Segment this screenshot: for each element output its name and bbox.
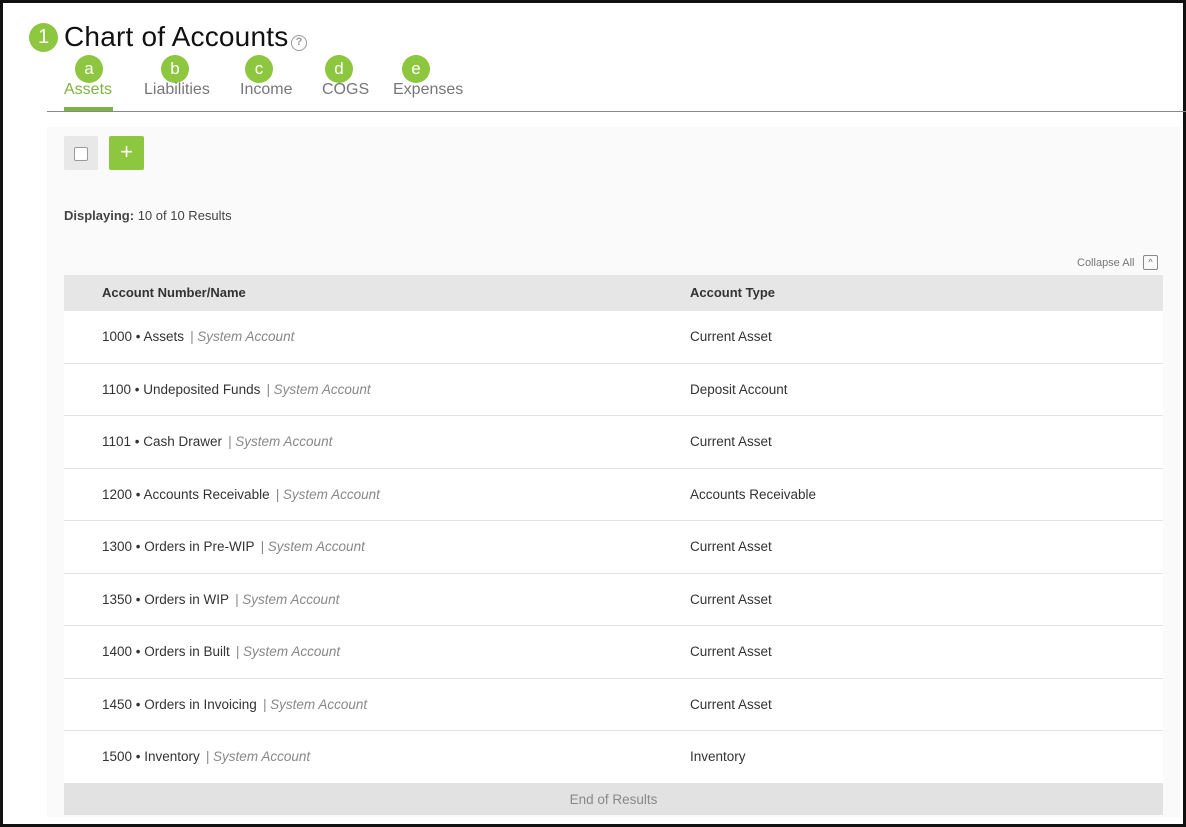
account-name-cell: 1100 • Undeposited Funds | System Account	[102, 382, 371, 397]
results-count-label: Displaying:	[64, 208, 135, 223]
account-tabs: a b c d e Assets Liabilities Income COGS…	[3, 3, 1186, 113]
account-name[interactable]: 1101 • Cash Drawer	[102, 434, 222, 449]
system-account-tag: | System Account	[235, 644, 341, 659]
table-row[interactable]: 1450 • Orders in Invoicing | System Accou…	[64, 678, 1163, 731]
account-name-cell: 1500 • Inventory | System Account	[102, 749, 310, 764]
tab-cogs[interactable]: COGS	[322, 81, 369, 99]
tab-income[interactable]: Income	[240, 81, 292, 99]
system-account-tag: | System Account	[260, 539, 365, 554]
account-name[interactable]: 1350 • Orders in WIP	[102, 592, 229, 607]
table-row[interactable]: 1101 • Cash Drawer | System Account Curre…	[64, 416, 1163, 469]
account-type-cell: Current Asset	[690, 644, 772, 659]
table-row[interactable]: 1350 • Orders in WIP | System Account Cur…	[64, 573, 1163, 626]
account-type-cell: Accounts Receivable	[690, 486, 817, 502]
system-account-tag: | System Account	[228, 434, 333, 449]
results-count: Displaying: 10 of 10 Results	[64, 208, 232, 223]
end-of-results: End of Results	[64, 783, 1163, 815]
tabs-divider	[47, 111, 1186, 112]
table-row[interactable]: 1400 • Orders in Built | System Account C…	[64, 626, 1163, 679]
account-name[interactable]: 1100 • Undeposited Funds	[102, 382, 260, 397]
account-type-cell: Current Asset	[690, 329, 772, 344]
table-row[interactable]: 1500 • Inventory | System Account Invento…	[64, 731, 1163, 784]
account-name-cell: 1400 • Orders in Built | System Account	[102, 644, 340, 659]
account-name-cell: 1350 • Orders in WIP | System Account	[102, 592, 339, 607]
system-account-tag: | System Account	[275, 486, 380, 502]
account-name[interactable]: 1300 • Orders in Pre-WIP	[102, 539, 255, 554]
account-type-cell: Current Asset	[690, 434, 772, 449]
account-name[interactable]: 1450 • Orders in Invoicing	[102, 697, 257, 712]
system-account-tag: | System Account	[266, 381, 371, 397]
account-type-cell: Inventory	[690, 749, 746, 764]
table-row[interactable]: 1300 • Orders in Pre-WIP | System Account…	[64, 521, 1163, 574]
checkbox-icon[interactable]	[74, 147, 88, 161]
system-account-tag: | System Account	[190, 329, 295, 344]
tab-marker-c: c	[245, 55, 273, 83]
tab-expenses[interactable]: Expenses	[393, 81, 463, 99]
system-account-tag: | System Account	[262, 696, 368, 712]
tab-marker-b: b	[161, 55, 189, 83]
account-name-cell: 1300 • Orders in Pre-WIP | System Account	[102, 539, 365, 554]
account-name-cell: 1200 • Accounts Receivable | System Accou…	[102, 487, 380, 502]
tab-marker-d: d	[325, 55, 353, 83]
select-all-checkbox-button[interactable]	[64, 136, 98, 170]
column-header-type[interactable]: Account Type	[690, 285, 775, 300]
table-row[interactable]: 1000 • Assets | System Account Current As…	[64, 311, 1163, 364]
accounts-table: Account Number/Name Account Type 1000 • …	[64, 275, 1163, 815]
table-row[interactable]: 1200 • Accounts Receivable | System Accou…	[64, 468, 1163, 521]
tab-assets[interactable]: Assets	[64, 81, 112, 99]
account-name[interactable]: 1500 • Inventory	[102, 749, 200, 764]
results-count-value: 10 of 10 Results	[137, 208, 232, 223]
account-type-cell: Deposit Account	[690, 381, 788, 397]
system-account-tag: | System Account	[235, 591, 340, 607]
chevron-up-icon[interactable]: ^	[1143, 255, 1158, 270]
app-frame: 1 Chart of Accounts ? a b c d e Assets L…	[0, 0, 1186, 827]
tab-marker-e: e	[402, 55, 430, 83]
tab-liabilities[interactable]: Liabilities	[144, 81, 210, 99]
account-type-cell: Current Asset	[690, 591, 772, 607]
add-account-button[interactable]: +	[109, 136, 144, 170]
account-name-cell: 1101 • Cash Drawer | System Account	[102, 434, 332, 449]
collapse-all-link[interactable]: Collapse All	[1077, 257, 1134, 269]
table-row[interactable]: 1100 • Undeposited Funds | System Account…	[64, 363, 1163, 416]
account-name-cell: 1000 • Assets | System Account	[102, 329, 294, 344]
account-type-cell: Current Asset	[690, 539, 772, 554]
column-header-account[interactable]: Account Number/Name	[102, 285, 246, 300]
account-type-cell: Current Asset	[690, 696, 772, 712]
account-name-cell: 1450 • Orders in Invoicing | System Accou…	[102, 697, 367, 712]
account-name[interactable]: 1200 • Accounts Receivable	[102, 487, 270, 502]
table-header: Account Number/Name Account Type	[64, 275, 1163, 311]
tab-marker-a: a	[75, 55, 103, 83]
account-name[interactable]: 1000 • Assets	[102, 329, 184, 344]
system-account-tag: | System Account	[205, 749, 311, 764]
account-name[interactable]: 1400 • Orders in Built	[102, 644, 230, 659]
